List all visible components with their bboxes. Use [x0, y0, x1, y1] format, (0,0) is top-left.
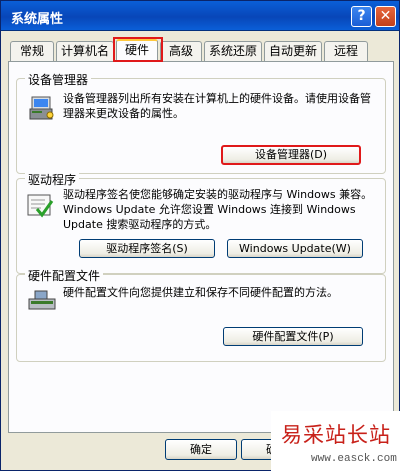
- tab-strip: 常规 计算机名 硬件 高级 系统还原 自动更新 远程: [8, 39, 394, 62]
- tab-system-restore[interactable]: 系统还原: [204, 41, 262, 61]
- drivers-group: 驱动程序 驱动程序签名使您能够确定安装的驱动程序与 Windows 兼容。Win…: [16, 171, 386, 274]
- tab-automatic-updates[interactable]: 自动更新: [264, 41, 322, 61]
- window-title: 系统属性: [11, 12, 64, 27]
- help-button[interactable]: ?: [351, 6, 372, 27]
- watermark: 易采站长站 www.easck.com: [271, 411, 400, 471]
- hardware-profiles-group-title: 硬件配置文件: [25, 267, 104, 284]
- tab-advanced[interactable]: 高级: [160, 41, 202, 61]
- windows-update-button[interactable]: Windows Update(W): [227, 239, 363, 258]
- title-bar[interactable]: 系统属性 ? ✕: [1, 1, 399, 31]
- device-manager-button[interactable]: 设备管理器(D): [221, 145, 361, 165]
- driver-signing-icon: [27, 194, 54, 218]
- hardware-tab-highlight: [113, 37, 163, 62]
- system-properties-window: 系统属性 ? ✕ 常规 计算机名 硬件 高级 系统还原 自动更新 远程 设备管理…: [0, 0, 400, 471]
- ok-button[interactable]: 确定: [165, 439, 237, 460]
- device-manager-icon: [29, 96, 54, 120]
- watermark-url: www.easck.com: [311, 453, 397, 465]
- tab-general[interactable]: 常规: [10, 41, 54, 61]
- hardware-panel: 设备管理器 设备管理器列出所有安装在计算机上的硬件设备。请使用设备管理器来更改设…: [8, 61, 394, 433]
- drivers-description: 驱动程序签名使您能够确定安装的驱动程序与 Windows 兼容。Windows …: [63, 188, 373, 231]
- hardware-profiles-button[interactable]: 硬件配置文件(P): [223, 327, 363, 346]
- drivers-group-title: 驱动程序: [25, 171, 80, 188]
- driver-signing-button[interactable]: 驱动程序签名(S): [79, 239, 215, 258]
- watermark-title: 易采站长站: [281, 423, 391, 447]
- tab-remote[interactable]: 远程: [324, 41, 368, 61]
- device-manager-group-title: 设备管理器: [25, 71, 92, 88]
- hardware-profile-icon: [28, 290, 56, 310]
- close-button[interactable]: ✕: [375, 6, 396, 27]
- device-manager-description: 设备管理器列出所有安装在计算机上的硬件设备。请使用设备管理器来更改设备的属性。: [63, 92, 371, 120]
- hardware-profiles-description: 硬件配置文件向您提供建立和保存不同硬件配置的方法。: [63, 286, 338, 299]
- device-manager-group: 设备管理器 设备管理器列出所有安装在计算机上的硬件设备。请使用设备管理器来更改设…: [16, 71, 386, 174]
- hardware-profiles-group: 硬件配置文件 硬件配置文件向您提供建立和保存不同硬件配置的方法。 硬件配置文件(…: [16, 267, 386, 362]
- tab-computer-name[interactable]: 计算机名: [56, 41, 114, 61]
